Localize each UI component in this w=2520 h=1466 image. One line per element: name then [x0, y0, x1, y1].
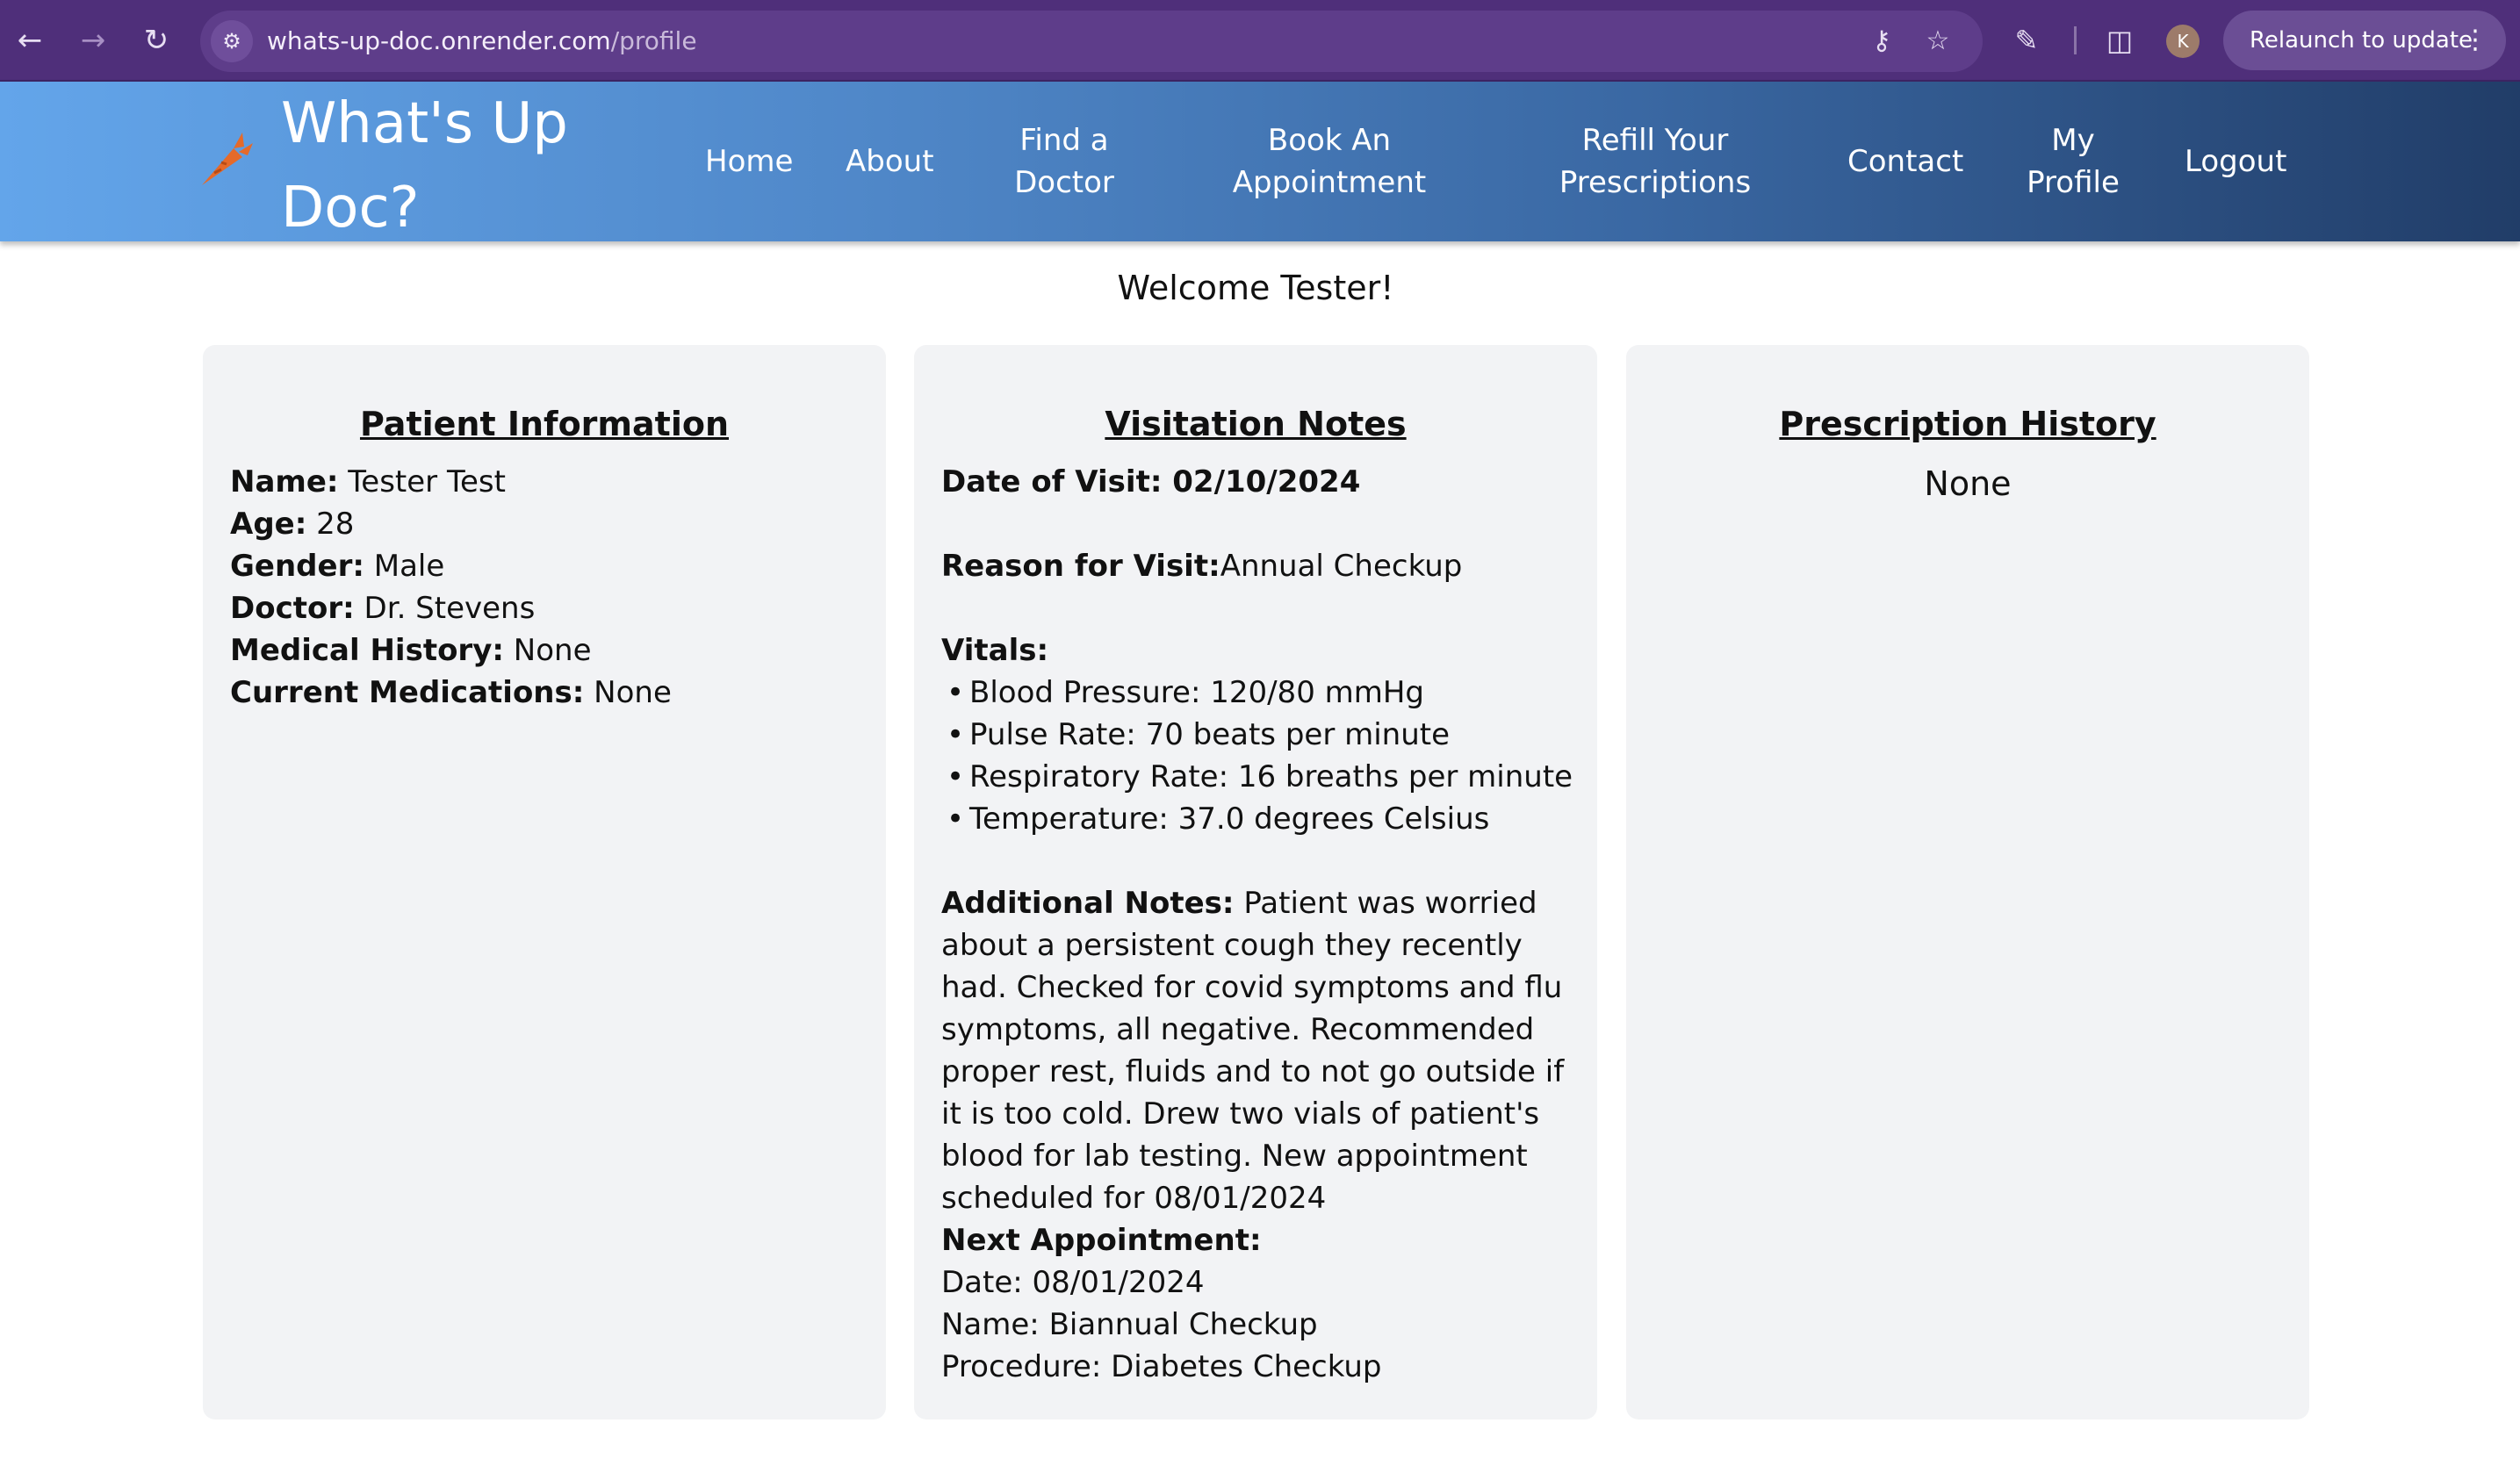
- prescription-history-title: Prescription History: [1779, 405, 2156, 443]
- patient-doctor-label: Doctor:: [230, 591, 355, 626]
- visit-date-text: Date of Visit: 02/10/2024: [941, 464, 1361, 499]
- relaunch-label: Relaunch to update: [2250, 27, 2473, 54]
- key-icon[interactable]: ⚷: [1863, 23, 1900, 60]
- patient-gender: Male: [373, 549, 445, 584]
- relaunch-button[interactable]: Relaunch to update ⋮: [2223, 11, 2506, 70]
- patient-info-card: Patient Information Name: Tester Test Ag…: [203, 345, 886, 1419]
- nav-logout[interactable]: Logout: [2185, 140, 2286, 183]
- welcome-message: Welcome Tester!: [1117, 269, 1394, 307]
- additional-notes-text: Patient was worried about a persistent c…: [941, 886, 1565, 1216]
- browser-toolbar: ← → ↻ ⚙ whats-up-doc.onrender.com/profil…: [0, 0, 2520, 82]
- patient-doctor: Dr. Stevens: [364, 591, 536, 626]
- additional-notes-label: Additional Notes:: [941, 886, 1235, 921]
- vitals-label: Vitals:: [941, 633, 1049, 668]
- patient-history-label: Medical History:: [230, 633, 504, 668]
- nav-book-appointment[interactable]: Book An Appointment: [1230, 119, 1429, 204]
- nav-refill-line-2: Prescriptions: [1559, 165, 1752, 200]
- nav-home[interactable]: Home: [705, 140, 793, 183]
- patient-age: 28: [316, 507, 355, 542]
- visitation-notes-content: Date of Visit: 02/10/2024 Reason for Vis…: [941, 461, 1573, 1388]
- nav-contact[interactable]: Contact: [1847, 140, 1963, 183]
- nav-find-doctor-line-2: Doctor: [1014, 165, 1114, 200]
- vitals-list: Blood Pressure: 120/80 mmHg Pulse Rate: …: [941, 672, 1573, 840]
- patient-info-title: Patient Information: [359, 405, 730, 443]
- avatar[interactable]: K: [2166, 25, 2200, 58]
- next-appointment-label: Next Appointment:: [941, 1223, 1262, 1258]
- nav-find-doctor-line-1: Find a: [1019, 123, 1109, 158]
- patient-history: None: [513, 633, 592, 668]
- url-text[interactable]: whats-up-doc.onrender.com/profile: [267, 26, 697, 55]
- patient-doctor-row: Doctor: Dr. Stevens: [230, 587, 862, 629]
- visit-reason-row: Reason for Visit:Annual Checkup: [941, 545, 1573, 587]
- next-appointment-heading: Next Appointment:: [941, 1219, 1573, 1261]
- patient-name-row: Name: Tester Test: [230, 461, 862, 503]
- site-header: What's Up Doc? Home About Find a Doctor …: [0, 82, 2520, 241]
- patient-gender-label: Gender:: [230, 549, 364, 584]
- star-icon[interactable]: ☆: [1919, 23, 1956, 60]
- visitation-notes-card: Visitation Notes Date of Visit: 02/10/20…: [914, 345, 1597, 1419]
- patient-gender-row: Gender: Male: [230, 545, 862, 587]
- patient-age-row: Age: 28: [230, 503, 862, 545]
- next-appointment-procedure: Procedure: Diabetes Checkup: [941, 1349, 1382, 1384]
- prescription-history-card: Prescription History None: [1626, 345, 2309, 1419]
- nav-about[interactable]: About: [846, 140, 934, 183]
- reload-icon[interactable]: ↻: [135, 19, 177, 61]
- patient-meds-row: Current Medications: None: [230, 672, 862, 714]
- visit-date: Date of Visit: 02/10/2024: [941, 461, 1573, 503]
- nav-book-line-2: Appointment: [1232, 165, 1427, 200]
- brand-line-2: Doc?: [281, 176, 420, 241]
- patient-meds-label: Current Medications:: [230, 675, 585, 710]
- back-icon[interactable]: ←: [9, 19, 51, 61]
- forward-icon[interactable]: →: [72, 19, 114, 61]
- vitals-heading: Vitals:: [941, 629, 1573, 672]
- brand-line-1: What's Up: [281, 91, 568, 156]
- visit-reason-label: Reason for Visit:: [941, 549, 1220, 584]
- nav-refill-line-1: Refill Your: [1581, 123, 1729, 158]
- side-panel-icon[interactable]: ◫: [2099, 19, 2141, 61]
- patient-name-label: Name:: [230, 464, 339, 499]
- brand-title[interactable]: What's Up Doc?: [281, 82, 615, 250]
- visit-reason: Annual Checkup: [1220, 549, 1463, 584]
- list-item: Temperature: 37.0 degrees Celsius: [941, 798, 1573, 840]
- visitation-notes-title: Visitation Notes: [1105, 405, 1407, 443]
- nav-my-profile[interactable]: My Profile: [2025, 119, 2121, 204]
- site-settings-icon[interactable]: ⚙: [211, 20, 253, 62]
- nav-profile-line-1: My: [2051, 123, 2095, 158]
- prescription-empty-text: None: [1924, 464, 2012, 503]
- nav-refill-prescriptions[interactable]: Refill Your Prescriptions: [1556, 119, 1754, 204]
- carrot-icon[interactable]: [198, 127, 255, 189]
- next-appointment-date: Date: 08/01/2024: [941, 1265, 1205, 1300]
- address-bar[interactable]: ⚙ whats-up-doc.onrender.com/profile ⚷ ☆: [200, 11, 1983, 72]
- patient-name: Tester Test: [348, 464, 506, 499]
- list-item: Blood Pressure: 120/80 mmHg: [941, 672, 1573, 714]
- list-item: Respiratory Rate: 16 breaths per minute: [941, 756, 1573, 798]
- nav-find-doctor[interactable]: Find a Doctor: [1014, 119, 1114, 204]
- more-icon[interactable]: ⋮: [2462, 11, 2488, 70]
- next-appointment-name: Name: Biannual Checkup: [941, 1307, 1318, 1342]
- patient-history-row: Medical History: None: [230, 629, 862, 672]
- extensions-icon[interactable]: ✎: [2005, 19, 2048, 61]
- toolbar-divider: [2074, 26, 2077, 54]
- additional-notes: Additional Notes: Patient was worried ab…: [941, 882, 1573, 1219]
- list-item: Pulse Rate: 70 beats per minute: [941, 714, 1573, 756]
- nav-profile-line-2: Profile: [2027, 165, 2120, 200]
- patient-meds: None: [594, 675, 672, 710]
- patient-age-label: Age:: [230, 507, 307, 542]
- nav-book-line-1: Book An: [1267, 123, 1392, 158]
- url-path: /profile: [610, 26, 697, 55]
- url-host: whats-up-doc.onrender.com: [267, 26, 611, 55]
- patient-info-content: Name: Tester Test Age: 28 Gender: Male D…: [230, 461, 862, 714]
